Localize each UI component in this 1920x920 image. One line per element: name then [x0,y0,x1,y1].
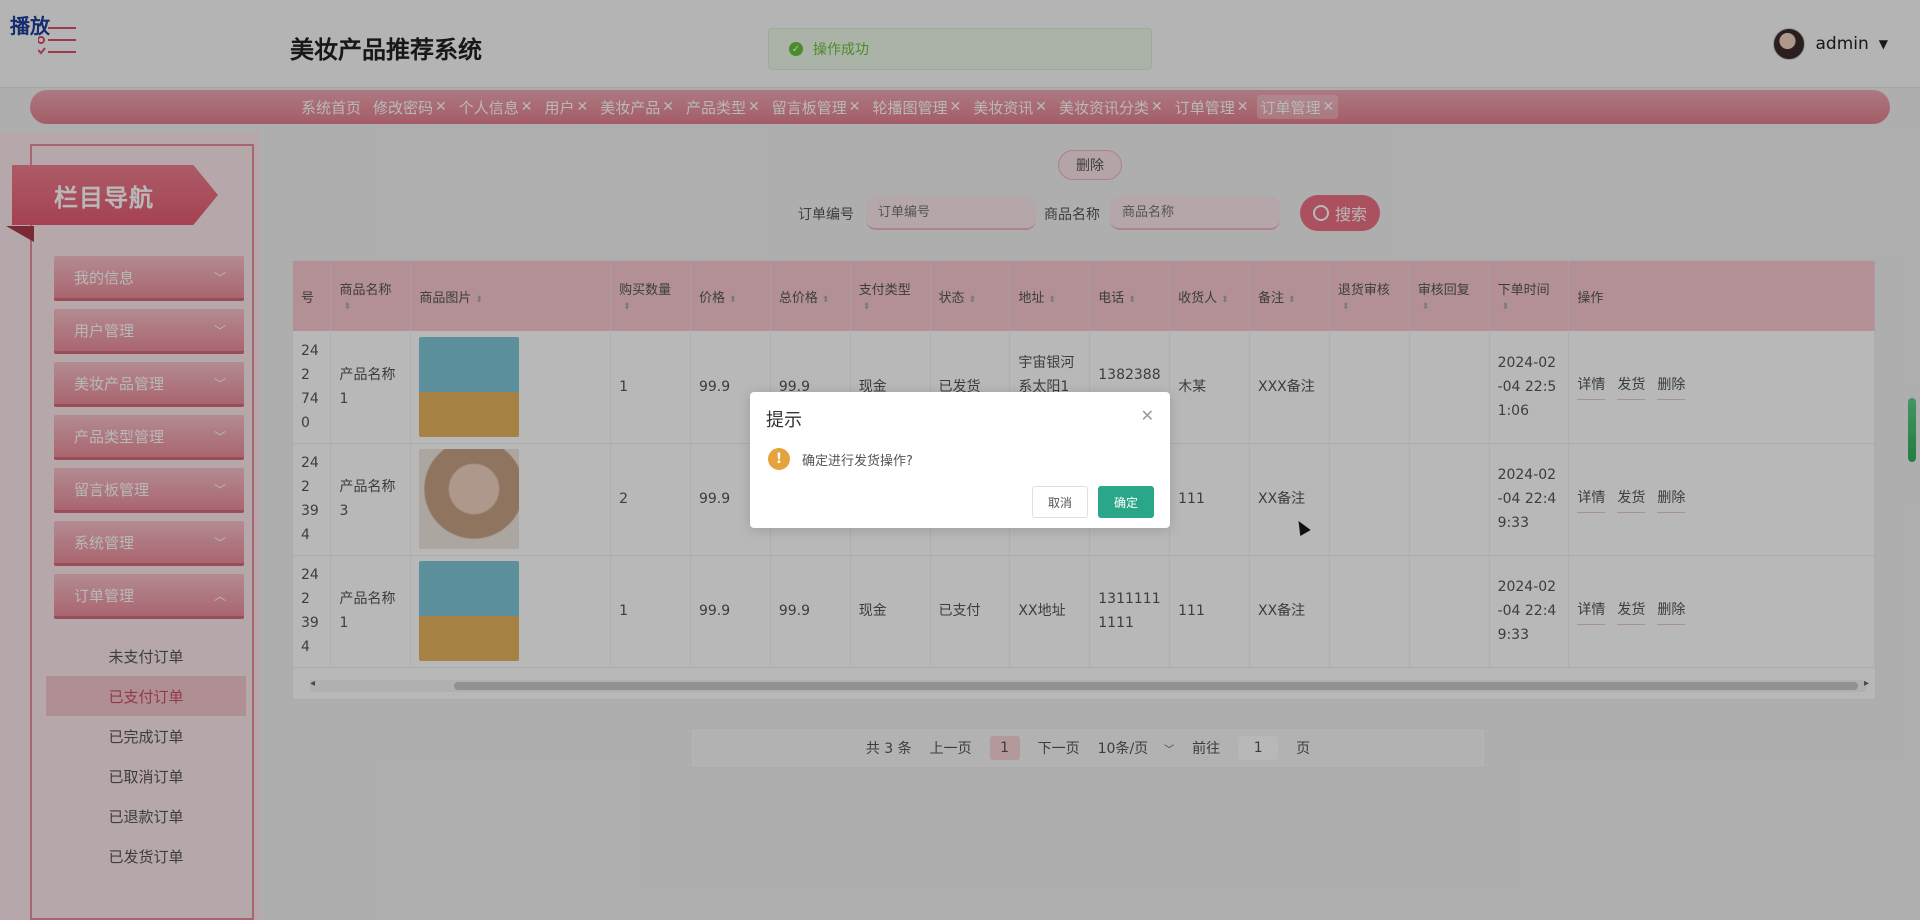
dialog-message: 确定进行发货操作? [802,454,913,469]
confirm-dialog: 提示 ✕ ! 确定进行发货操作? 取消 确定 [750,392,1170,528]
confirm-button[interactable]: 确定 [1098,486,1154,518]
dialog-title: 提示 [766,410,802,431]
warning-icon: ! [768,448,790,470]
close-icon[interactable]: ✕ [1141,406,1154,425]
cancel-button[interactable]: 取消 [1032,486,1088,518]
